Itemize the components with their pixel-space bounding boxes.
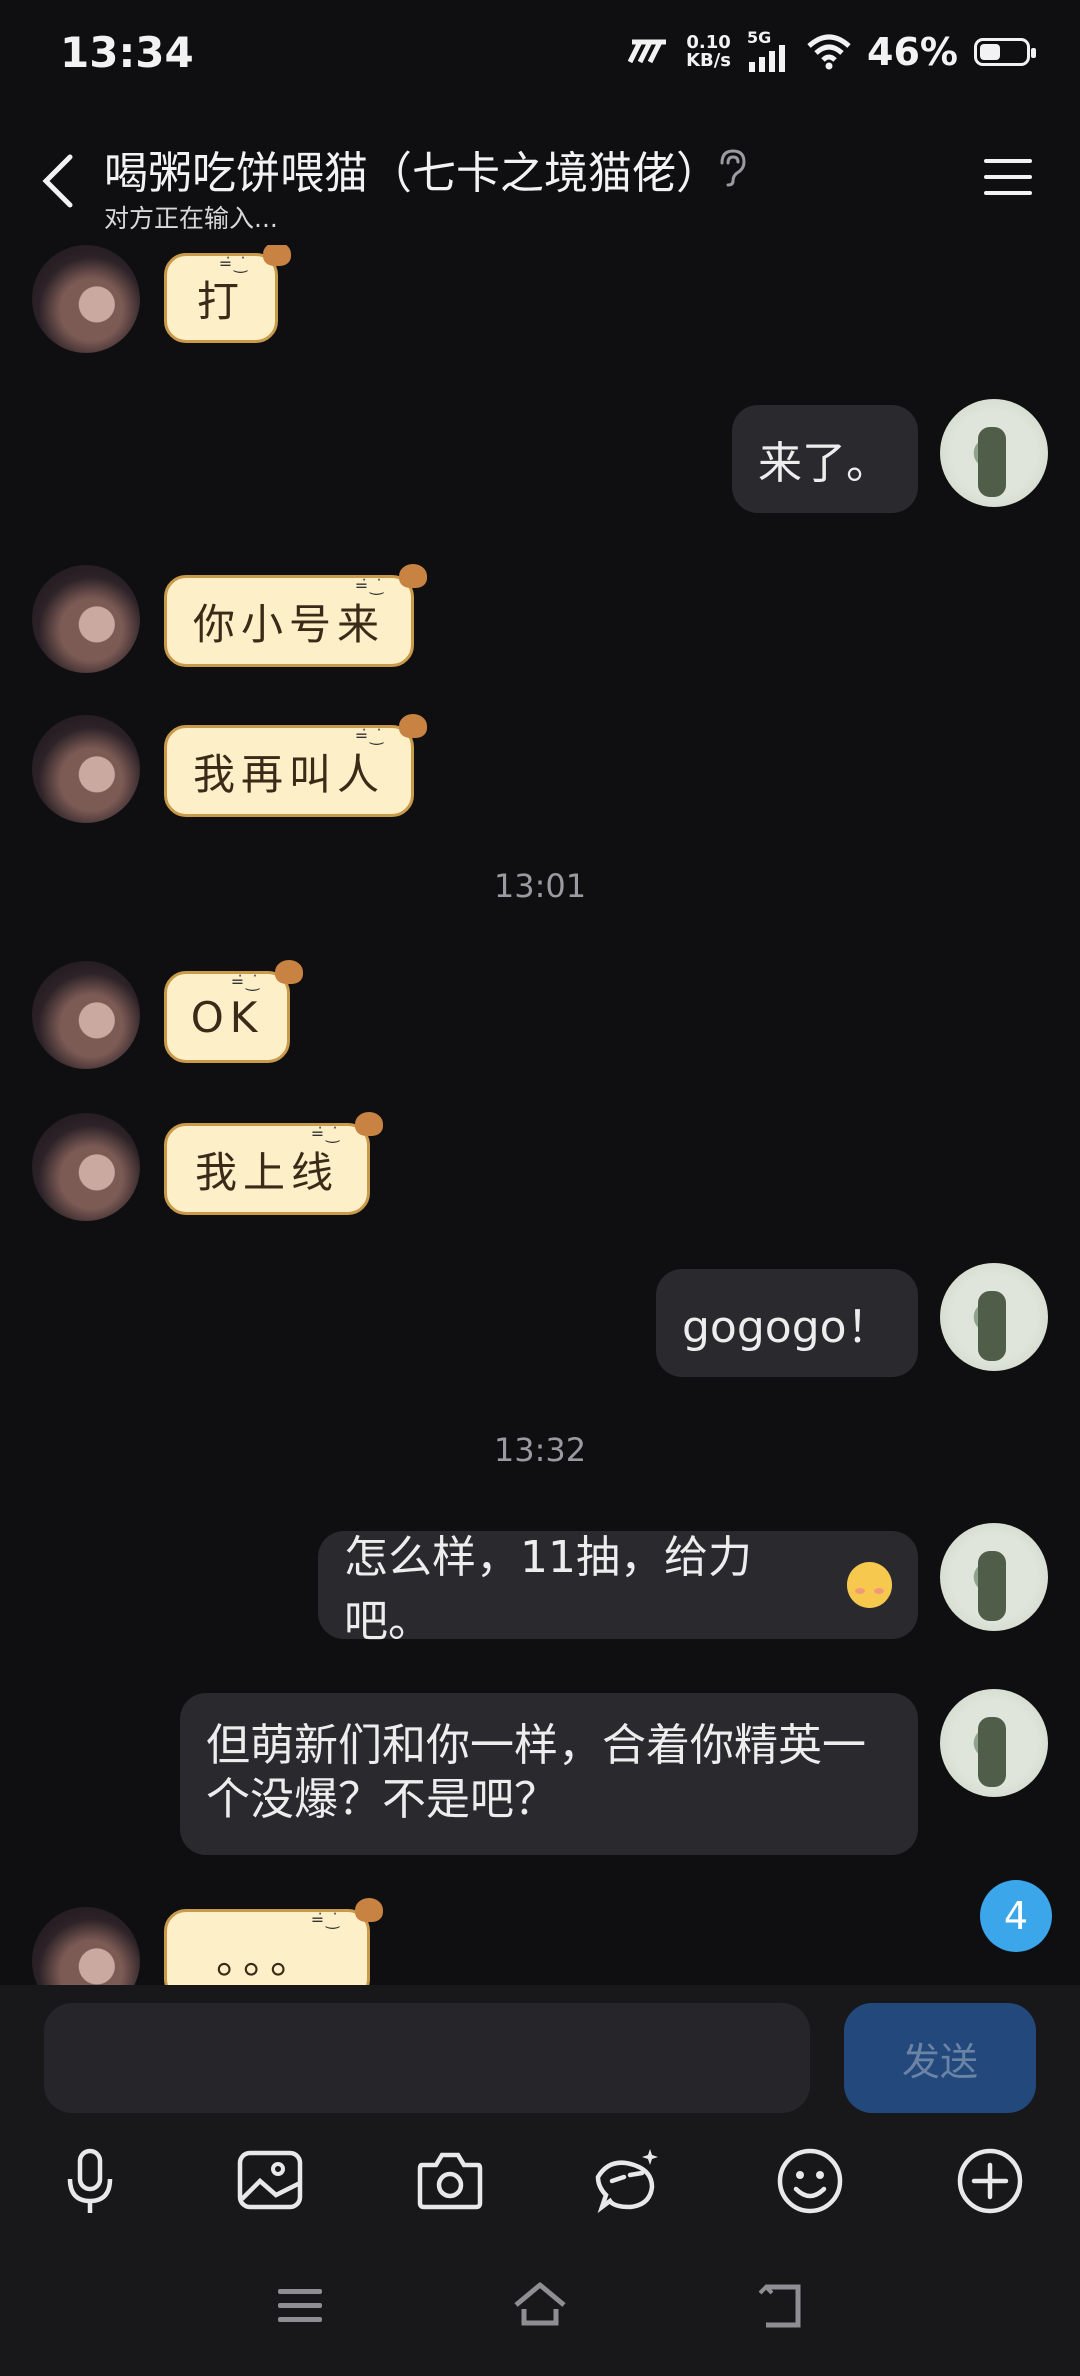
recent-apps-icon[interactable] (270, 2275, 330, 2335)
battery-icon (974, 38, 1036, 66)
typing-status: 对方正在输入... (104, 204, 278, 233)
message-input[interactable] (44, 2003, 810, 2113)
sticker-message[interactable]: =̇‿̇ 我上线 (164, 1112, 383, 1215)
cell-signal-icon: 5G (747, 28, 791, 72)
sticker-message[interactable]: =̇‿̇ 。。。 (164, 1898, 383, 1985)
image-icon[interactable] (232, 2143, 308, 2219)
text-message[interactable]: 怎么样，11抽，给力吧。 (318, 1531, 918, 1647)
sticker-message[interactable]: =̇‿̇ OK (164, 960, 303, 1063)
system-nav-bar (0, 2235, 1080, 2376)
menu-icon[interactable] (982, 155, 1034, 199)
contact-avatar[interactable] (32, 245, 140, 353)
battery-fill (980, 44, 1000, 60)
camera-icon[interactable] (412, 2143, 488, 2219)
unread-count-badge[interactable]: 4 (980, 1880, 1052, 1952)
status-icons: 0.10 KB/s 5G 46% (626, 28, 1036, 74)
home-icon[interactable] (510, 2275, 570, 2335)
text-message[interactable]: gogogo！ (656, 1269, 918, 1377)
back-arrow-icon[interactable] (36, 151, 80, 211)
composer-bar: 发送 (0, 1985, 1080, 2125)
plus-icon[interactable] (952, 2143, 1028, 2219)
wifi-icon (807, 34, 851, 70)
status-time: 13:34 (60, 28, 194, 77)
emoji-icon[interactable] (772, 2143, 848, 2219)
blush-emoji-icon (846, 1562, 892, 1608)
my-avatar[interactable] (940, 1523, 1048, 1631)
nfc-icon (627, 39, 667, 64)
sticker-message[interactable]: =̇‿̇ 我再叫人 (164, 714, 427, 817)
cat-ears-decoration (381, 560, 427, 590)
contact-avatar[interactable] (32, 1113, 140, 1221)
timestamp: 13:01 (493, 867, 587, 905)
send-button[interactable]: 发送 (844, 2003, 1036, 2113)
sticker-message[interactable]: =̇‿̇ 你小号来 (164, 564, 427, 667)
text-message[interactable]: 来了。 (732, 405, 918, 513)
timestamp: 13:32 (493, 1431, 587, 1469)
status-bar: 13:34 0.10 KB/s 5G 46% (0, 0, 1080, 120)
text-message[interactable]: 但萌新们和你一样，合着你精英一个没爆？不是吧？ (180, 1693, 918, 1855)
battery-percent: 46% (867, 30, 958, 74)
contact-avatar[interactable] (32, 1907, 140, 1985)
my-avatar[interactable] (940, 399, 1048, 507)
cat-ears-decoration (381, 710, 427, 740)
my-avatar[interactable] (940, 1263, 1048, 1371)
cat-ears-decoration (337, 1108, 383, 1138)
my-avatar[interactable] (940, 1689, 1048, 1797)
contact-avatar[interactable] (32, 565, 140, 673)
chat-title[interactable]: 喝粥吃饼喂猫（七卡之境猫佬） (104, 137, 720, 201)
message-list[interactable]: =̇‿̇ 打 来了。 =̇‿̇ 你小号来 =̇‿̇ 我再叫人 13:01 =̇‿… (0, 245, 1080, 1985)
cat-ears-decoration (257, 956, 303, 986)
back-nav-icon[interactable] (752, 2275, 812, 2335)
microphone-icon[interactable] (52, 2143, 128, 2219)
sticker-message[interactable]: =̇‿̇ 打 (164, 245, 291, 343)
composer-toolbar (0, 2125, 1080, 2235)
cat-ears-decoration (337, 1894, 383, 1924)
ear-icon[interactable] (716, 147, 750, 187)
sticker-icon[interactable] (590, 2143, 666, 2219)
cat-ears-decoration (245, 245, 291, 268)
contact-avatar[interactable] (32, 961, 140, 1069)
net-speed: 0.10 KB/s (686, 32, 732, 71)
contact-avatar[interactable] (32, 715, 140, 823)
chat-header: 喝粥吃饼喂猫（七卡之境猫佬） 对方正在输入... (0, 125, 1080, 245)
